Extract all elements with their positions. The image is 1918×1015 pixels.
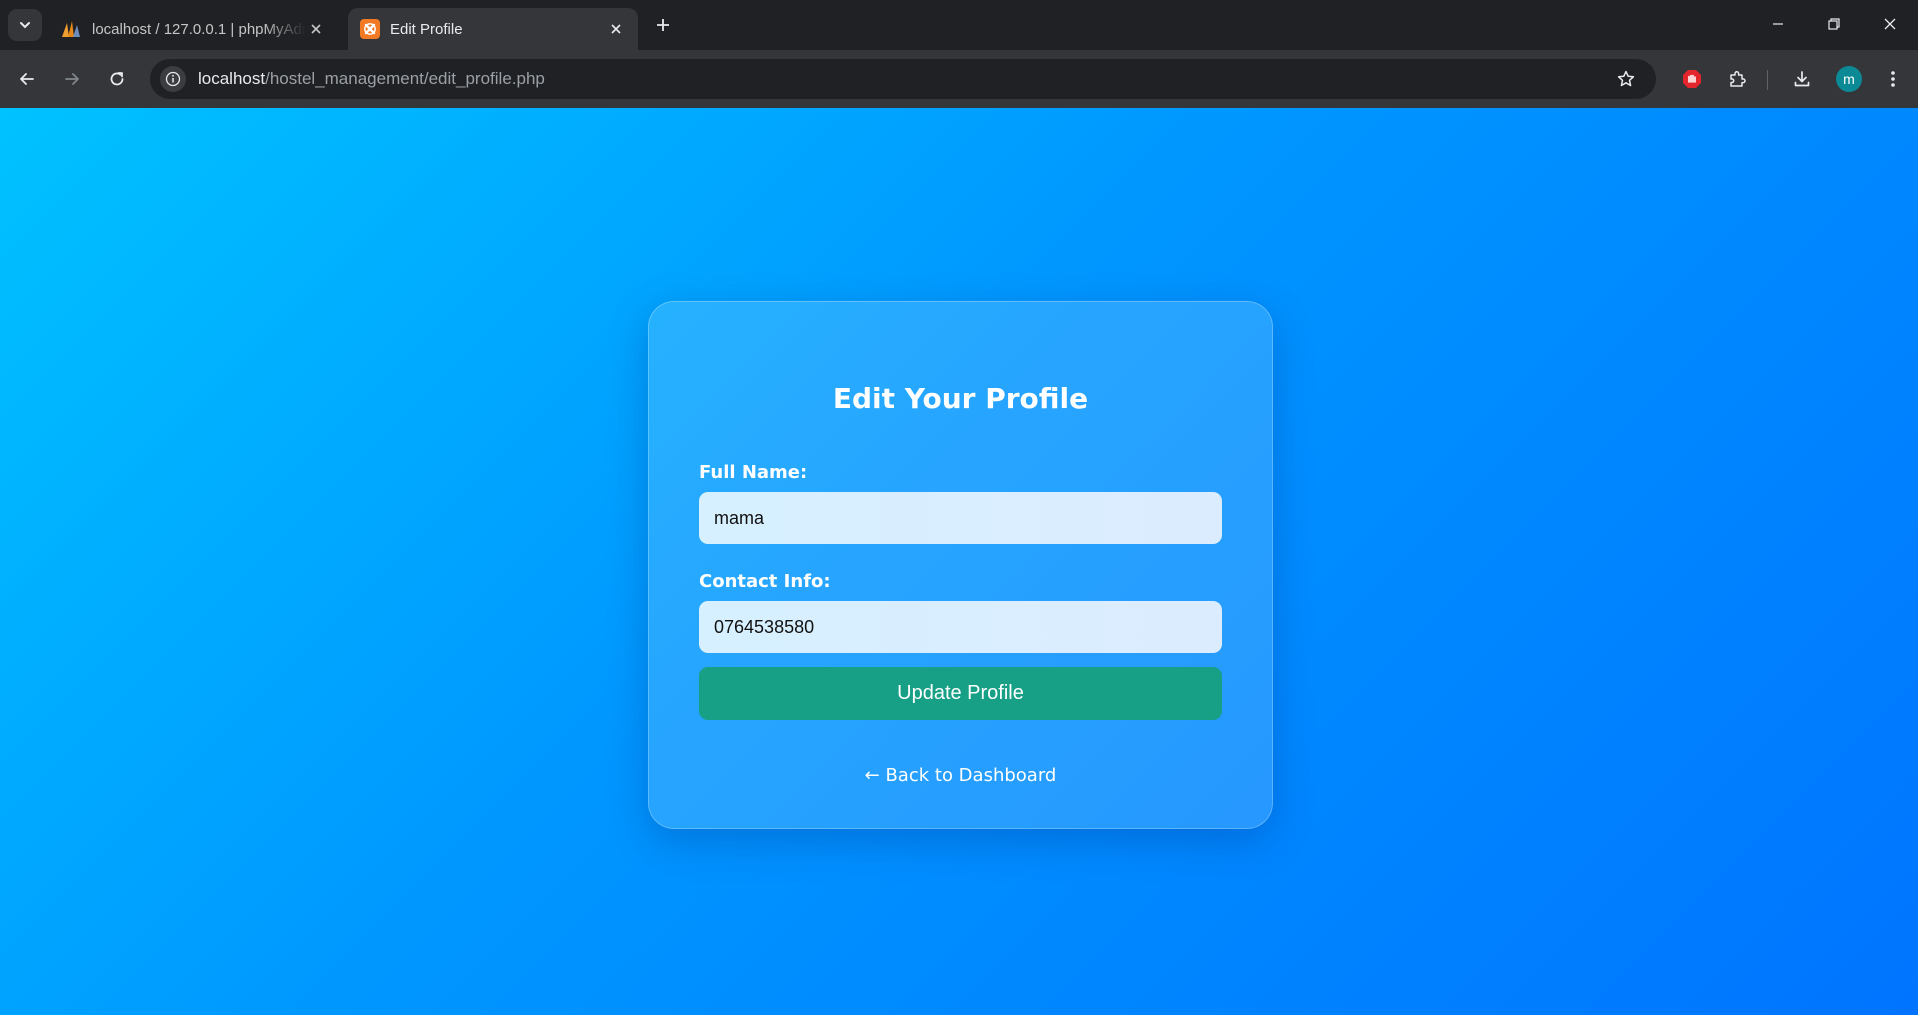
edit-profile-card: Edit Your Profile Full Name: Contact Inf… xyxy=(648,301,1273,829)
full-name-input[interactable] xyxy=(699,492,1222,544)
update-profile-button[interactable]: Update Profile xyxy=(699,667,1222,720)
full-name-label: Full Name: xyxy=(699,462,808,483)
plus-icon xyxy=(657,19,669,31)
minimize-button[interactable] xyxy=(1760,10,1796,38)
tab-strip: localhost / 127.0.0.1 | phpMyAdmin Edit … xyxy=(0,0,1918,50)
browser-toolbar: localhost/hostel_management/edit_profile… xyxy=(0,50,1918,108)
restore-button[interactable] xyxy=(1816,10,1852,38)
toolbar-divider xyxy=(1767,70,1768,90)
restore-icon xyxy=(1828,18,1840,30)
menu-kebab-icon[interactable] xyxy=(1878,64,1908,94)
profile-avatar[interactable]: m xyxy=(1836,66,1862,92)
contact-info-label: Contact Info: xyxy=(699,571,831,592)
window-close-button[interactable] xyxy=(1872,10,1908,38)
minimize-icon xyxy=(1773,23,1783,25)
forward-button[interactable] xyxy=(57,64,87,94)
arrow-left-icon xyxy=(20,73,34,85)
page-background: Edit Your Profile Full Name: Contact Inf… xyxy=(0,108,1918,1015)
site-info-icon[interactable] xyxy=(160,66,186,92)
downloads-icon[interactable] xyxy=(1787,64,1817,94)
chevron-down-icon xyxy=(20,22,30,29)
extensions-puzzle-icon[interactable] xyxy=(1722,64,1752,94)
tab-title: localhost / 127.0.0.1 | phpMyAdmin xyxy=(92,20,306,38)
close-icon[interactable] xyxy=(606,19,626,39)
tab-search-button[interactable] xyxy=(8,9,42,41)
address-bar[interactable]: localhost/hostel_management/edit_profile… xyxy=(150,59,1656,99)
url-path: /hostel_management/edit_profile.php xyxy=(265,69,545,88)
new-tab-button[interactable] xyxy=(650,12,676,38)
adblock-extension-icon[interactable] xyxy=(1677,64,1707,94)
tab-title: Edit Profile xyxy=(390,20,463,38)
xampp-icon xyxy=(360,19,380,39)
page-title: Edit Your Profile xyxy=(832,382,1089,415)
back-to-dashboard-link[interactable]: ← Back to Dashboard xyxy=(649,765,1272,786)
url-host: localhost xyxy=(198,69,266,88)
close-icon[interactable] xyxy=(306,19,326,39)
arrow-right-icon xyxy=(65,73,79,85)
close-icon xyxy=(1884,18,1896,30)
back-button[interactable] xyxy=(12,64,42,94)
reload-icon xyxy=(110,72,124,86)
tab-edit-profile[interactable]: Edit Profile xyxy=(348,8,638,50)
url-text[interactable]: localhost/hostel_management/edit_profile… xyxy=(198,69,545,89)
tab-phpmyadmin[interactable]: localhost / 127.0.0.1 | phpMyAdmin xyxy=(48,8,338,50)
bookmark-star-icon[interactable] xyxy=(1614,67,1638,91)
phpmyadmin-icon xyxy=(62,21,80,37)
contact-info-input[interactable] xyxy=(699,601,1222,653)
reload-button[interactable] xyxy=(102,64,132,94)
